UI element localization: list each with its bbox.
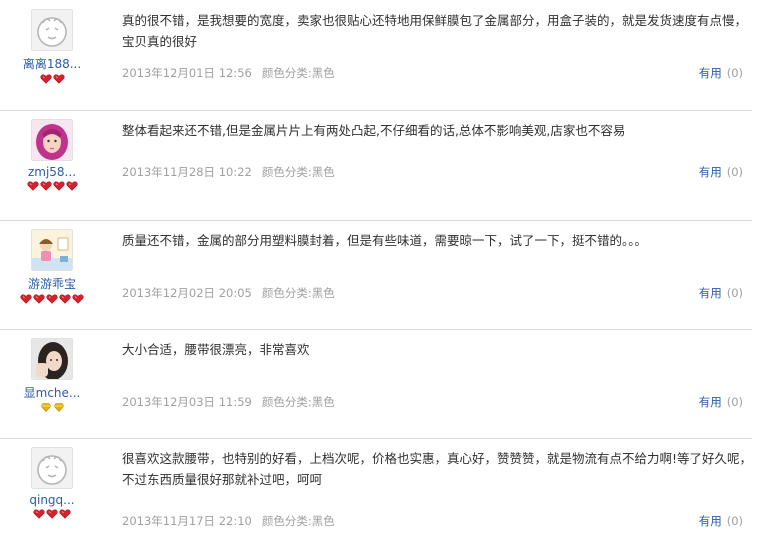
avatar[interactable] (31, 229, 73, 271)
review-text: 整体看起来还不错,但是金属片片上有两处凸起,不仔细看的话,总体不影响美观,店家也… (122, 123, 626, 138)
reputation-badges (0, 403, 104, 415)
reviewer-info: 离离188... (0, 9, 104, 86)
review-text: 很喜欢这款腰带，也特别的好看，上档次呢，价格也实惠，真心好，赞赞赞，就是物流有点… (122, 451, 753, 487)
review-item: qingq... 很喜欢这款腰带，也特别的好看，上档次呢，价格也实惠，真心好，赞赞… (0, 438, 761, 546)
review-meta: 2013年11月28日 10:22 颜色分类:黑色 (122, 164, 335, 180)
avatar[interactable] (31, 338, 73, 380)
reputation-badges (0, 181, 104, 193)
avatar[interactable] (31, 9, 73, 51)
reviewer-info: 显mche... (0, 338, 104, 415)
review-divider (0, 438, 752, 439)
reputation-badges (0, 509, 104, 521)
reviewer-info: 游游乖宝 (0, 229, 104, 306)
review-date: 2013年12月01日 12:56 (122, 66, 252, 80)
reviewer-name-link[interactable]: 游游乖宝 (0, 275, 104, 292)
helpful-button[interactable]: 有用 (699, 66, 722, 80)
review-date: 2013年11月28日 10:22 (122, 165, 252, 179)
helpful-vote: 有用 (0) (699, 285, 743, 301)
helpful-button[interactable]: 有用 (699, 286, 722, 300)
reviewer-name-link[interactable]: zmj58... (0, 165, 104, 179)
review-item: 显mche... 大小合适，腰带很漂亮，非常喜欢 2013年12月03日 11:59… (0, 329, 761, 438)
reviewer-info: qingq... (0, 447, 104, 521)
review-item: 游游乖宝 质量还不错，金属的部分用塑料膜封着，但是有些味道，需要晾一下，试了一下，… (0, 220, 761, 329)
reputation-badges (0, 74, 104, 86)
helpful-count: (0) (726, 165, 743, 179)
helpful-vote: 有用 (0) (699, 65, 743, 81)
helpful-vote: 有用 (0) (699, 513, 743, 529)
review-divider (0, 220, 752, 221)
reviewer-name-link[interactable]: qingq... (0, 493, 104, 507)
avatar[interactable] (31, 447, 73, 489)
avatar[interactable] (31, 119, 73, 161)
color-category: 颜色分类:黑色 (261, 286, 335, 300)
review-date: 2013年11月17日 22:10 (122, 514, 252, 528)
helpful-button[interactable]: 有用 (699, 395, 722, 409)
review-list: 离离188... 真的很不错，是我想要的宽度，卖家也很贴心还特地用保鲜膜包了金属部… (0, 0, 761, 546)
reviewer-info: zmj58... (0, 119, 104, 193)
helpful-vote: 有用 (0) (699, 394, 743, 410)
helpful-button[interactable]: 有用 (699, 514, 722, 528)
helpful-button[interactable]: 有用 (699, 165, 722, 179)
review-meta: 2013年12月03日 11:59 颜色分类:黑色 (122, 394, 335, 410)
helpful-count: (0) (726, 66, 743, 80)
color-category: 颜色分类:黑色 (261, 395, 335, 409)
review-item: zmj58... 整体看起来还不错,但是金属片片上有两处凸起,不仔细看的话,总体不… (0, 110, 761, 220)
helpful-vote: 有用 (0) (699, 164, 743, 180)
color-category: 颜色分类:黑色 (261, 165, 335, 179)
review-meta: 2013年12月01日 12:56 颜色分类:黑色 (122, 65, 335, 81)
review-date: 2013年12月02日 20:05 (122, 286, 252, 300)
helpful-count: (0) (726, 514, 743, 528)
review-divider (0, 329, 752, 330)
reviewer-name-link[interactable]: 显mche... (0, 384, 104, 401)
review-text: 大小合适，腰带很漂亮，非常喜欢 (122, 342, 310, 357)
review-text: 质量还不错，金属的部分用塑料膜封着，但是有些味道，需要晾一下，试了一下，挺不错的… (122, 233, 648, 248)
helpful-count: (0) (726, 286, 743, 300)
review-meta: 2013年11月17日 22:10 颜色分类:黑色 (122, 513, 335, 529)
color-category: 颜色分类:黑色 (261, 66, 335, 80)
review-divider (0, 110, 752, 111)
review-date: 2013年12月03日 11:59 (122, 395, 252, 409)
helpful-count: (0) (726, 395, 743, 409)
color-category: 颜色分类:黑色 (261, 514, 335, 528)
review-item: 离离188... 真的很不错，是我想要的宽度，卖家也很贴心还特地用保鲜膜包了金属部… (0, 0, 761, 110)
review-meta: 2013年12月02日 20:05 颜色分类:黑色 (122, 285, 335, 301)
review-text: 真的很不错，是我想要的宽度，卖家也很贴心还特地用保鲜膜包了金属部分，用盒子装的，… (122, 13, 748, 49)
reviewer-name-link[interactable]: 离离188... (0, 55, 104, 72)
reputation-badges (0, 294, 104, 306)
